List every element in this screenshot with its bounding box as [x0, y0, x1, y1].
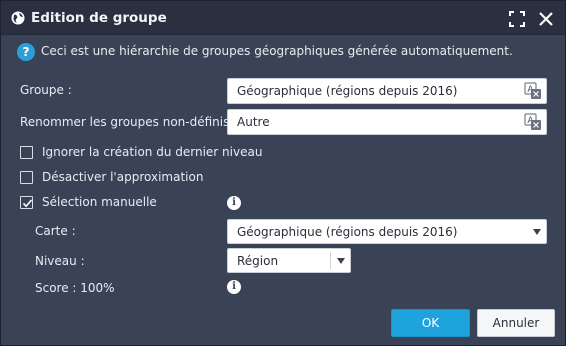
rename-field[interactable]: Autre A — [227, 109, 547, 135]
rename-value: Autre — [237, 115, 270, 129]
disable-approx-option[interactable]: Désactiver l'approximation — [20, 170, 220, 186]
title-bar: Edition de groupe — [1, 1, 565, 35]
groupe-value: Géographique (régions depuis 2016) — [237, 84, 458, 98]
rename-label: Renommer les groupes non-définis — [20, 115, 230, 129]
groupe-label: Groupe : — [20, 83, 72, 97]
ok-button[interactable]: OK — [391, 309, 470, 337]
niveau-value: Région — [237, 254, 279, 268]
select-separator — [330, 252, 331, 269]
carte-select[interactable]: Géographique (régions depuis 2016) — [227, 219, 547, 244]
translate-icon[interactable]: A — [524, 113, 542, 131]
carte-value: Géographique (régions depuis 2016) — [237, 225, 458, 239]
niveau-select[interactable]: Région — [227, 248, 351, 273]
info-icon[interactable]: i — [227, 280, 241, 294]
ignore-last-level-label: Ignorer la création du dernier niveau — [42, 145, 263, 159]
maximize-icon[interactable] — [509, 11, 525, 27]
chevron-down-icon — [533, 229, 541, 235]
checkmark-icon — [22, 199, 33, 208]
score-label: Score : 100% — [35, 281, 115, 295]
groupe-field[interactable]: Géographique (régions depuis 2016) A — [227, 78, 547, 104]
manual-selection-checkbox[interactable] — [20, 196, 33, 209]
group-edit-dialog: Edition de groupe ? Ceci est une hiérarc… — [0, 0, 566, 346]
close-icon[interactable] — [537, 10, 555, 28]
chevron-down-icon — [337, 258, 345, 264]
manual-selection-option[interactable]: Sélection manuelle — [20, 195, 180, 211]
carte-label: Carte : — [35, 224, 76, 238]
cancel-button[interactable]: Annuler — [477, 309, 555, 337]
dialog-title: Edition de groupe — [31, 10, 167, 26]
info-text: Ceci est une hiérarchie de groupes géogr… — [41, 44, 513, 58]
niveau-label: Niveau : — [35, 254, 85, 268]
info-icon[interactable]: i — [227, 196, 241, 210]
manual-selection-label: Sélection manuelle — [42, 195, 157, 209]
question-icon: ? — [17, 43, 35, 61]
disable-approx-label: Désactiver l'approximation — [42, 170, 204, 184]
disable-approx-checkbox[interactable] — [20, 171, 33, 184]
ignore-last-level-checkbox[interactable] — [20, 146, 33, 159]
translate-icon[interactable]: A — [524, 82, 542, 100]
globe-icon — [11, 11, 25, 25]
ignore-last-level-option[interactable]: Ignorer la création du dernier niveau — [20, 145, 280, 161]
